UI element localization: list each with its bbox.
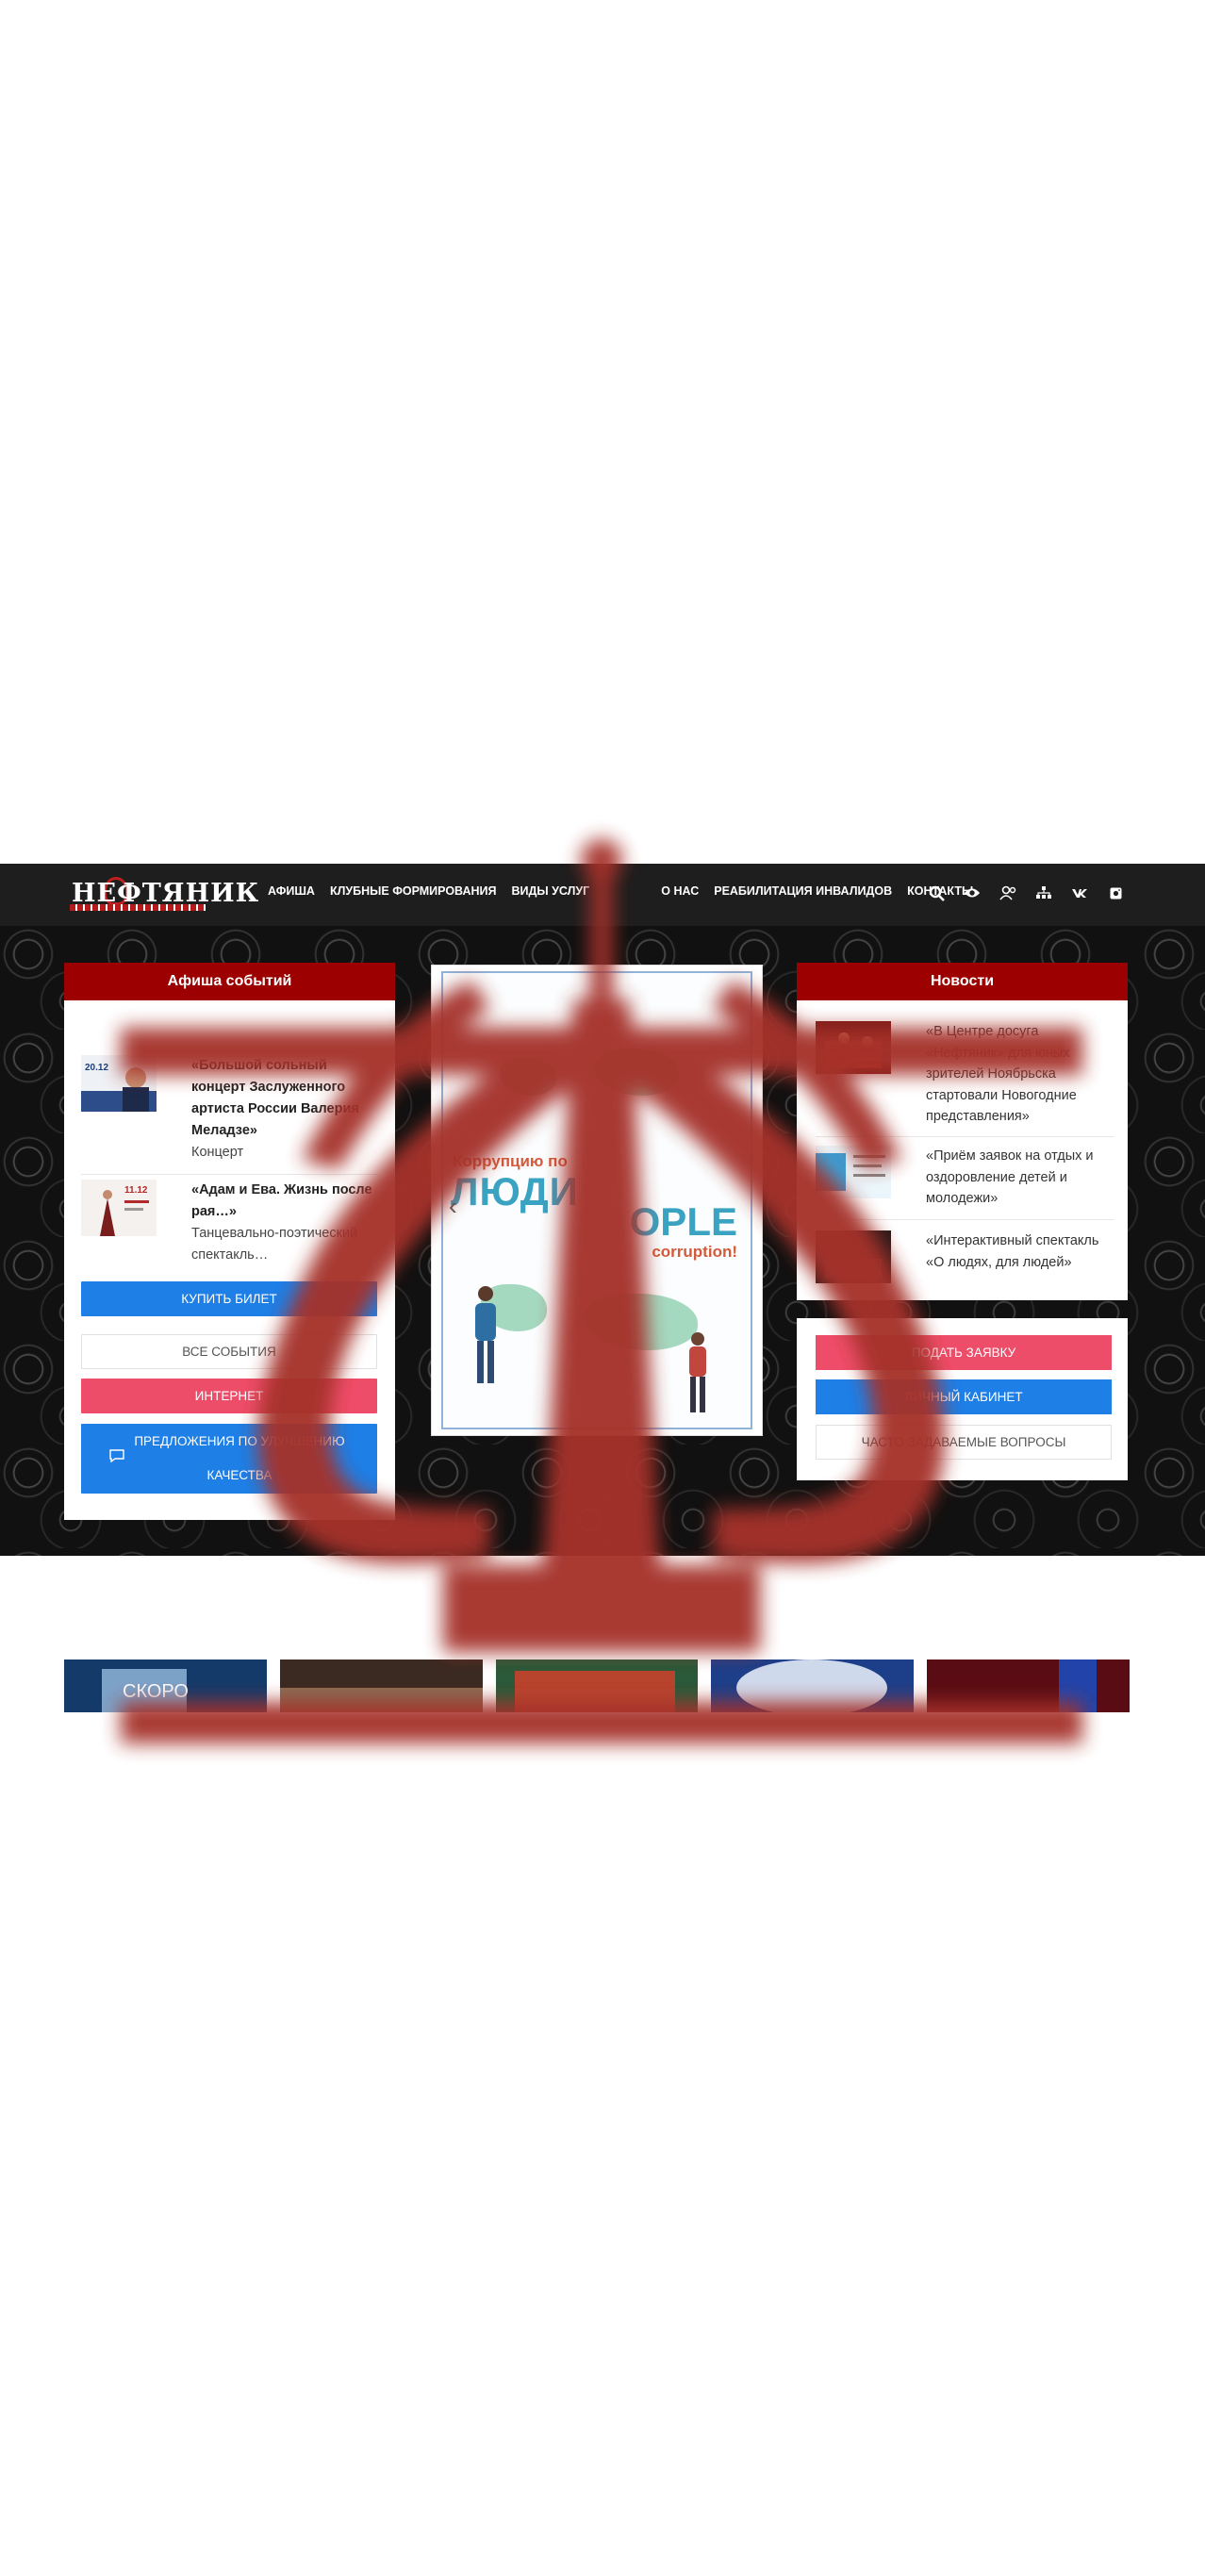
cabinet-button[interactable]: ЛИЧНЫЙ КАБИНЕТ [816, 1379, 1112, 1414]
news-title[interactable]: «В Центре досуга «Нефтяник» для юных зри… [926, 1021, 1114, 1128]
search-icon[interactable] [928, 884, 945, 901]
eye-icon[interactable] [964, 884, 981, 901]
gallery-photo[interactable] [495, 1660, 699, 1712]
divider [816, 1219, 1114, 1220]
sitemap-icon[interactable] [1035, 884, 1052, 901]
nav-item-afisha[interactable]: АФИША [268, 884, 315, 898]
nav-item-about[interactable]: О НАС [661, 884, 699, 898]
events-panel-title: Афиша событий [64, 963, 395, 1000]
event-thumb-date: 20.12 [85, 1063, 108, 1073]
suggestion-button[interactable]: ПРЕДЛОЖЕНИЯ ПО УЛУЧШЕНИЮ КАЧЕСТВА [81, 1424, 377, 1494]
internet-button[interactable]: ИНТЕРНЕТ [81, 1379, 377, 1413]
news-thumbnail[interactable] [816, 1146, 891, 1198]
event-thumbnail[interactable]: 20.12 [81, 1055, 157, 1112]
apply-button[interactable]: ПОДАТЬ ЗАЯВКУ [816, 1335, 1112, 1370]
gallery-caption: СКОРО [123, 1681, 189, 1702]
news-title[interactable]: «Приём заявок на отдых и оздоровление де… [926, 1146, 1114, 1210]
map-shape [594, 1049, 679, 1096]
event-subtitle: Концерт [191, 1145, 244, 1160]
suggestion-label: ПРЕДЛОЖЕНИЯ ПО УЛУЧШЕНИЮ КАЧЕСТВА [134, 1434, 345, 1482]
event-body: «Адам и Ева. Жизнь после рая…» Танцеваль… [191, 1180, 380, 1266]
user-icon[interactable] [999, 884, 1016, 901]
buy-ticket-button[interactable]: КУПИТЬ БИЛЕТ [81, 1281, 377, 1316]
event-thumb-date: 11.12 [124, 1185, 148, 1196]
event-subtitle: Танцевально-поэтический спектакль… [191, 1226, 358, 1263]
nav-item-services[interactable]: ВИДЫ УСЛУГ [512, 884, 590, 898]
person-figure [475, 1286, 496, 1383]
banner-slider[interactable]: Коррупцию по ЛЮДИ OPLE corruption! ‹ [432, 966, 762, 1435]
person-figure [689, 1332, 706, 1412]
poster-ru-line: Коррупцию по [453, 1152, 568, 1170]
instagram-icon[interactable] [1107, 884, 1124, 901]
logo-ornament [70, 904, 206, 911]
events-panel: Афиша событий 20.12 «Большой сольный кон… [64, 963, 395, 1520]
gallery-photo[interactable] [927, 1660, 1130, 1712]
photo-gallery: СКОРО [64, 1660, 1130, 1712]
anticorruption-poster[interactable]: Коррупцию по ЛЮДИ OPLE corruption! [441, 971, 752, 1429]
faq-button[interactable]: ЧАСТО ЗАДАВАЕМЫЕ ВОПРОСЫ [816, 1425, 1112, 1460]
map-shape [500, 1058, 556, 1096]
event-title[interactable]: «Адам и Ева. Жизнь после рая…» [191, 1180, 380, 1223]
nav-item-clubs[interactable]: КЛУБНЫЕ ФОРМИРОВАНИЯ [330, 884, 497, 898]
poster-en-big: OPLE [629, 1199, 737, 1244]
gallery-photo[interactable] [279, 1660, 483, 1712]
news-panel-title: Новости [797, 963, 1128, 1000]
divider [816, 1136, 1114, 1137]
slider-prev-icon[interactable]: ‹ [449, 1192, 468, 1220]
news-panel: Новости «В Центре досуга «Нефтяник» для … [797, 963, 1128, 1300]
gallery-photo[interactable]: СКОРО [64, 1660, 267, 1712]
site-logo[interactable]: НЕФТЯНИК [70, 877, 258, 913]
event-title[interactable]: «Большой сольный концерт Заслуженного ар… [191, 1055, 380, 1142]
poster-en-sub: corruption! [652, 1243, 737, 1261]
divider [81, 1174, 379, 1175]
gallery-photo[interactable] [711, 1660, 915, 1712]
vk-icon[interactable] [1071, 884, 1088, 901]
news-thumbnail[interactable] [816, 1021, 891, 1074]
main-nav: АФИША КЛУБНЫЕ ФОРМИРОВАНИЯ ВИДЫ УСЛУГ О … [268, 884, 973, 898]
chat-icon [109, 1442, 124, 1476]
event-body: «Большой сольный концерт Заслуженного ар… [191, 1055, 380, 1164]
all-events-button[interactable]: ВСЕ СОБЫТИЯ [81, 1334, 377, 1369]
header-icons [928, 884, 1124, 901]
poster-ru-big: ЛЮДИ [451, 1169, 579, 1214]
news-title[interactable]: «Интерактивный спектакль «О людях, для л… [926, 1230, 1114, 1273]
services-panel: ПОДАТЬ ЗАЯВКУ ЛИЧНЫЙ КАБИНЕТ ЧАСТО ЗАДАВ… [797, 1318, 1128, 1480]
event-thumbnail[interactable]: 11.12 [81, 1180, 157, 1236]
nav-item-rehab[interactable]: РЕАБИЛИТАЦИЯ ИНВАЛИДОВ [714, 884, 892, 898]
site-header: НЕФТЯНИК АФИША КЛУБНЫЕ ФОРМИРОВАНИЯ ВИДЫ… [0, 864, 1205, 926]
news-thumbnail[interactable] [816, 1230, 891, 1283]
